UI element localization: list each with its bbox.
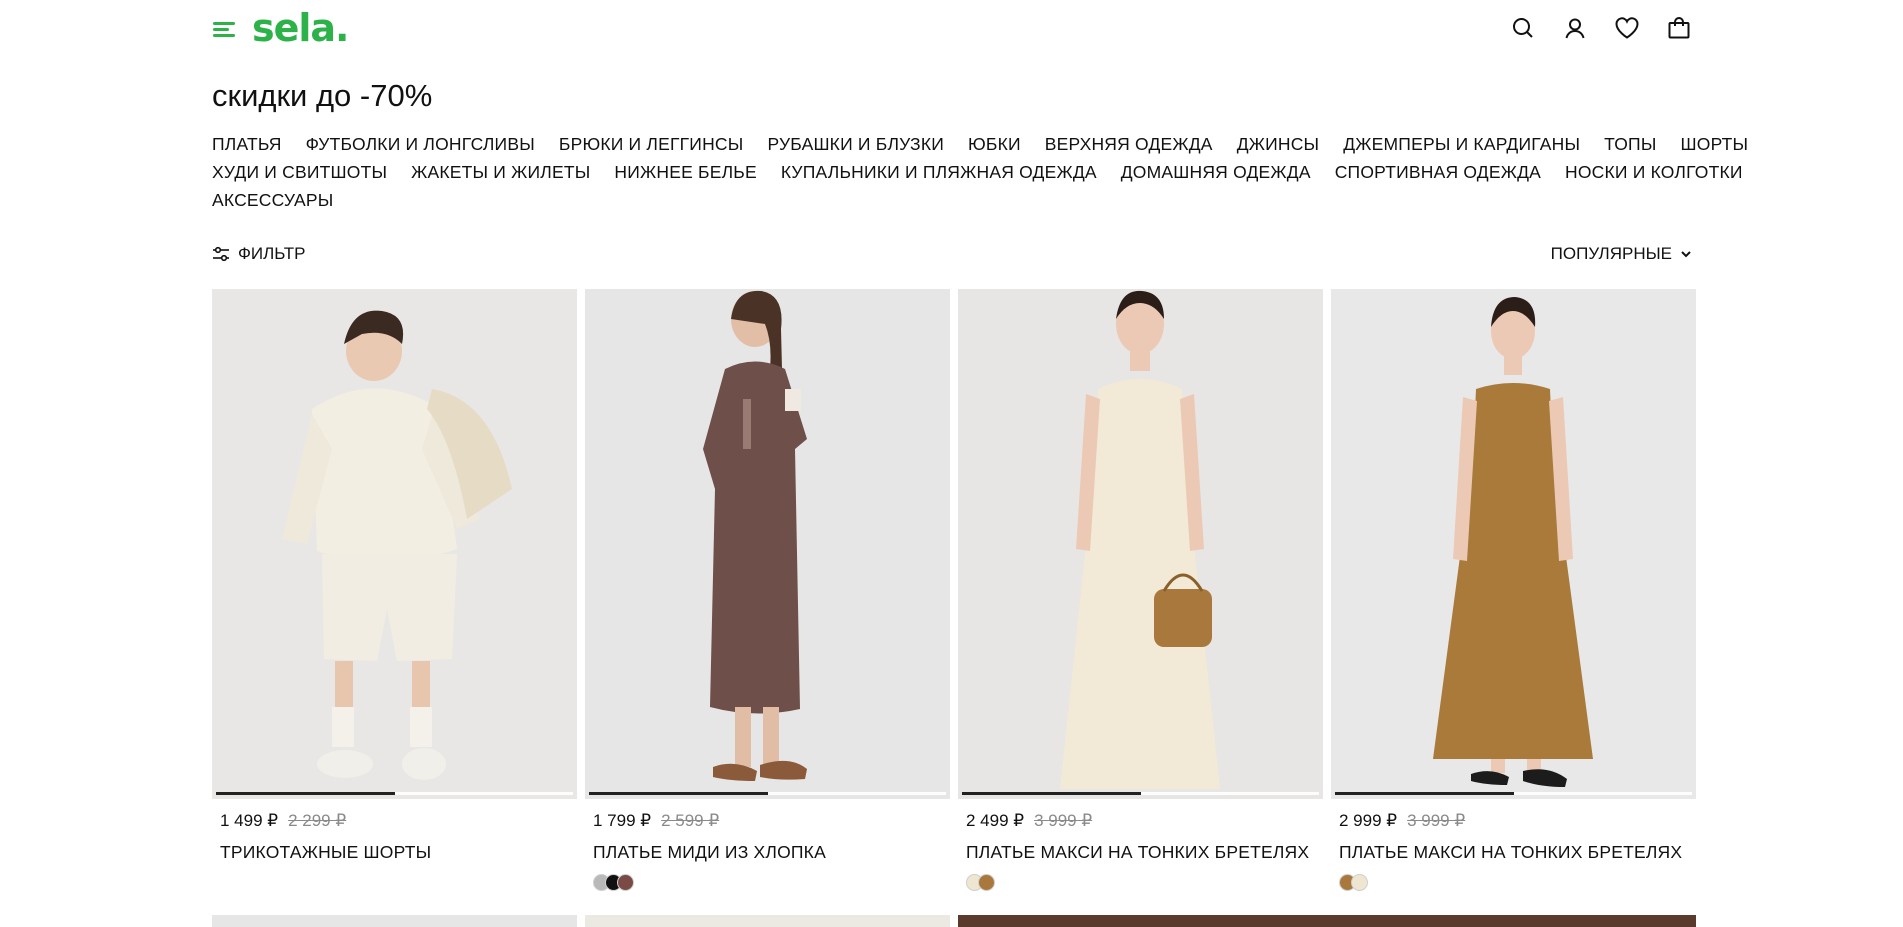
old-price: 3 999 ₽ [1407,811,1466,830]
category-link[interactable]: ШОРТЫ [1681,134,1749,155]
category-link[interactable]: ТОПЫ [1604,134,1656,155]
product-name[interactable]: ПЛАТЬЕ МИДИ ИЗ ХЛОПКА [585,842,950,863]
product-photo-mustard-maxi-dress [1331,289,1696,799]
category-link[interactable]: ФУТБОЛКИ И ЛОНГСЛИВЫ [306,134,535,155]
product-image[interactable] [585,289,950,799]
category-link[interactable]: ВЕРХНЯЯ ОДЕЖДА [1045,134,1213,155]
heart-icon[interactable] [1613,14,1641,42]
search-icon[interactable] [1509,14,1537,42]
site-header: sela. [0,0,1903,60]
old-price: 2 599 ₽ [661,811,720,830]
sliders-icon [213,246,229,262]
color-swatch[interactable] [617,874,634,891]
color-swatches [212,874,577,892]
filter-button[interactable]: ФИЛЬТР [212,244,305,264]
category-link[interactable]: ЮБКИ [968,134,1021,155]
color-swatch[interactable] [978,874,995,891]
product-photo-brown-dress [585,289,950,799]
category-link[interactable]: РУБАШКИ И БЛУЗКИ [767,134,944,155]
color-swatch[interactable] [1351,874,1368,891]
category-link[interactable]: ХУДИ И СВИТШОТЫ [212,162,387,183]
product-image[interactable] [1331,289,1696,799]
gallery-progress [589,792,946,795]
product-image[interactable] [958,915,1696,927]
product-photo-sweatshirt-shorts [212,289,577,799]
product-card[interactable]: 1 799 ₽ 2 599 ₽ ПЛАТЬЕ МИДИ ИЗ ХЛОПКА [585,289,950,892]
color-swatches [585,874,950,892]
product-name[interactable]: ПЛАТЬЕ МАКСИ НА ТОНКИХ БРЕТЕЛЯХ [958,842,1323,863]
filter-label: ФИЛЬТР [238,244,306,263]
old-price: 2 299 ₽ [288,811,347,830]
category-link[interactable]: СПОРТИВНАЯ ОДЕЖДА [1335,162,1541,183]
category-link[interactable]: НИЖНЕЕ БЕЛЬЕ [614,162,756,183]
product-card[interactable]: 2 999 ₽ 3 999 ₽ ПЛАТЬЕ МАКСИ НА ТОНКИХ Б… [1331,289,1696,892]
price: 1 799 ₽ [593,811,652,830]
sort-dropdown[interactable]: ПОПУЛЯРНЫЕ [1551,244,1692,264]
price: 2 499 ₽ [966,811,1025,830]
product-image[interactable] [212,915,577,927]
user-icon[interactable] [1561,14,1589,42]
bag-icon[interactable] [1665,14,1693,42]
page-title: скидки до -70% [212,78,433,113]
price: 1 499 ₽ [220,811,279,830]
product-name[interactable]: ТРИКОТАЖНЫЕ ШОРТЫ [212,842,577,863]
old-price: 3 999 ₽ [1034,811,1093,830]
gallery-progress [216,792,573,795]
logo[interactable]: sela. [252,6,349,50]
category-nav: ПЛАТЬЯ ФУТБОЛКИ И ЛОНГСЛИВЫ БРЮКИ И ЛЕГГ… [212,130,1748,214]
category-link[interactable]: ЖАКЕТЫ И ЖИЛЕТЫ [411,162,590,183]
product-card[interactable]: 2 499 ₽ 3 999 ₽ ПЛАТЬЕ МАКСИ НА ТОНКИХ Б… [958,289,1323,892]
sort-label: ПОПУЛЯРНЫЕ [1550,244,1672,263]
category-link[interactable]: БРЮКИ И ЛЕГГИНСЫ [559,134,744,155]
category-link[interactable]: ПЛАТЬЯ [212,134,282,155]
product-name[interactable]: ПЛАТЬЕ МАКСИ НА ТОНКИХ БРЕТЕЛЯХ [1331,842,1696,863]
product-image[interactable] [585,915,950,927]
gallery-progress [1335,792,1692,795]
menu-icon[interactable] [213,20,235,38]
product-card[interactable]: 1 499 ₽ 2 299 ₽ ТРИКОТАЖНЫЕ ШОРТЫ [212,289,577,892]
gallery-progress [962,792,1319,795]
product-photo-cream-maxi-dress [958,289,1323,799]
listing-toolbar: ФИЛЬТР ПОПУЛЯРНЫЕ [212,244,1692,264]
category-link[interactable]: КУПАЛЬНИКИ И ПЛЯЖНАЯ ОДЕЖДА [781,162,1097,183]
color-swatches [958,874,1323,892]
category-link[interactable]: АКСЕССУАРЫ [212,190,333,211]
category-link[interactable]: НОСКИ И КОЛГОТКИ [1565,162,1743,183]
category-link[interactable]: ДЖЕМПЕРЫ И КАРДИГАНЫ [1343,134,1580,155]
category-link[interactable]: ДЖИНСЫ [1237,134,1320,155]
chevron-down-icon [1681,251,1691,258]
product-image[interactable] [958,289,1323,799]
price: 2 999 ₽ [1339,811,1398,830]
product-image[interactable] [212,289,577,799]
category-link[interactable]: ДОМАШНЯЯ ОДЕЖДА [1121,162,1311,183]
color-swatches [1331,874,1696,892]
